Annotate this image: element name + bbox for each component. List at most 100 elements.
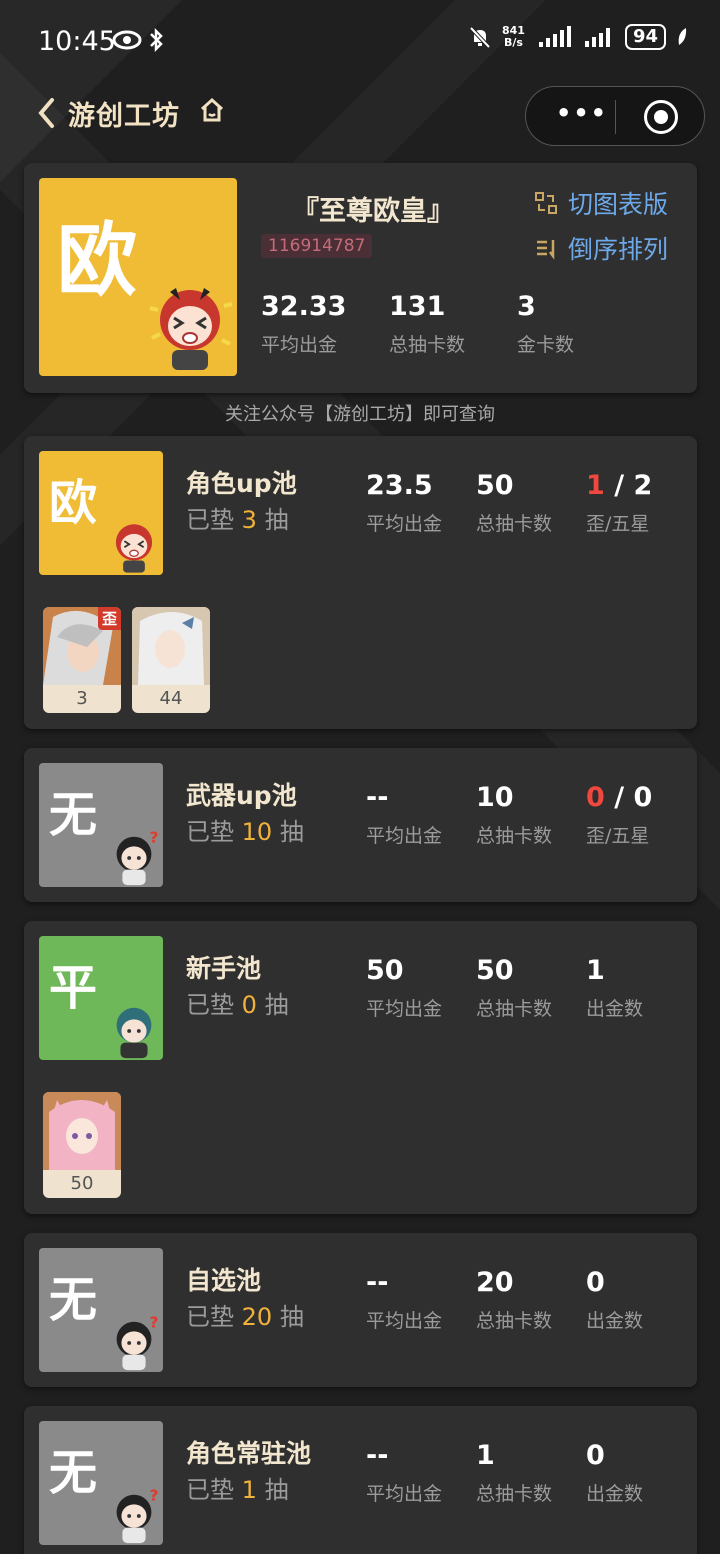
pool-avg-label: 平均出金 xyxy=(366,998,443,1020)
pool-avg-label: 平均出金 xyxy=(366,1483,443,1505)
pool-third-value: 1 / 2 xyxy=(586,470,652,501)
reverse-sort-button[interactable]: 倒序排列 xyxy=(534,230,668,266)
character-card[interactable]: 50 xyxy=(43,1092,121,1198)
pool-avg: -- 平均出金 xyxy=(366,1440,442,1506)
pity-suffix: 抽 xyxy=(264,1476,289,1504)
pool-third: 0 出金数 xyxy=(586,1440,643,1506)
stat-gold: 3 金卡数 xyxy=(517,291,574,357)
switch-icon xyxy=(535,192,557,214)
pity-prefix: 已垫 xyxy=(186,818,234,846)
pity-count: 20 xyxy=(241,1303,273,1331)
pool-third-label: 歪/五星 xyxy=(586,825,650,847)
status-right: 841 B/s 94 xyxy=(468,24,688,50)
svg-text:?: ? xyxy=(149,1487,158,1505)
sort-icon xyxy=(537,240,555,260)
user-title: 『至尊欧皇』 xyxy=(292,196,454,227)
pool-total-value: 50 xyxy=(476,955,514,986)
battery: 94 xyxy=(624,24,666,50)
pool-total: 50 总抽卡数 xyxy=(476,470,552,536)
pool-avg-label: 平均出金 xyxy=(366,825,443,847)
pool-total-value: 1 xyxy=(476,1440,495,1471)
pity-prefix: 已垫 xyxy=(186,506,234,534)
signal-1-icon xyxy=(538,26,571,47)
chibi-avatar xyxy=(116,1007,152,1059)
rank-glyph: 无 xyxy=(49,1272,98,1328)
pool-third-value: 1 xyxy=(586,955,643,986)
pity-suffix: 抽 xyxy=(279,1303,304,1331)
switch-chart-button[interactable]: 切图表版 xyxy=(534,185,668,221)
pool-total-value: 20 xyxy=(476,1267,514,1298)
pool-third-value: 0 / 0 xyxy=(586,782,652,813)
pool-third: 1 / 2 歪/五星 xyxy=(586,470,652,536)
pool-name: 角色up池 xyxy=(186,469,297,498)
off-banner-count: 1 xyxy=(586,470,605,501)
pool-total: 1 总抽卡数 xyxy=(476,1440,552,1506)
pool-avg-label: 平均出金 xyxy=(366,1310,443,1332)
back-icon[interactable] xyxy=(36,96,56,130)
pool-total-label: 总抽卡数 xyxy=(476,1310,553,1332)
pool-total-value: 10 xyxy=(476,782,514,813)
chibi-avatar: ? xyxy=(116,1314,158,1371)
pool-third: 0 出金数 xyxy=(586,1267,643,1333)
pool-avg: -- 平均出金 xyxy=(366,782,442,848)
pool-total: 50 总抽卡数 xyxy=(476,955,552,1021)
pull-count: 50 xyxy=(70,1173,94,1194)
rank-glyph: 无 xyxy=(49,1445,98,1501)
off-banner-tag: 歪 xyxy=(97,607,121,630)
status-bar: 10:45 841 B/s 94 xyxy=(0,0,720,80)
pity-text: 已垫 3 抽 xyxy=(186,500,289,535)
more-button[interactable]: ••• xyxy=(556,99,608,127)
signal-2-icon xyxy=(584,28,610,47)
pity-suffix: 抽 xyxy=(264,991,289,1019)
pool-third-label: 出金数 xyxy=(586,1483,644,1505)
pool-card-character-up[interactable]: 欧 角色up池 已垫 3 抽 23.5 平均出金 50 总抽卡数 1 / 2 歪/五星… xyxy=(24,436,697,729)
pool-third-label: 歪/五星 xyxy=(586,513,650,535)
home-icon[interactable] xyxy=(198,96,226,124)
eye-icon xyxy=(112,30,142,50)
pool-card-self-select[interactable]: 无 ? 自选池 已垫 20 抽 -- 平均出金 20 总抽卡数 0 出金数 xyxy=(24,1233,697,1387)
pool-name: 新手池 xyxy=(186,954,262,983)
svg-text:?: ? xyxy=(149,829,158,847)
pity-prefix: 已垫 xyxy=(186,991,234,1019)
pool-total: 20 总抽卡数 xyxy=(476,1267,552,1333)
bluetooth-icon xyxy=(150,28,163,52)
pool-card-weapon-up[interactable]: 无 ? 武器up池 已垫 10 抽 -- 平均出金 10 总抽卡数 0 / 0 歪/五… xyxy=(24,748,697,902)
pool-avg-value: 50 xyxy=(366,955,404,986)
status-left-icons xyxy=(112,28,164,52)
pool-avg-value: 23.5 xyxy=(366,470,433,501)
summary-card: 欧 『至尊欧皇』 116914787 切图表版 倒序排列 32.33 平均出金 … xyxy=(24,163,697,393)
character-card[interactable]: 歪 3 xyxy=(43,607,121,713)
stat-total: 131 总抽卡数 xyxy=(389,291,465,357)
pool-card-standard[interactable]: 无 ? 角色常驻池 已垫 1 抽 -- 平均出金 1 总抽卡数 0 出金数 xyxy=(24,1406,697,1554)
character-card[interactable]: 44 xyxy=(132,607,210,713)
pity-text: 已垫 1 抽 xyxy=(186,1470,289,1505)
pool-third-value: 0 xyxy=(586,1440,643,1471)
capsule-divider xyxy=(615,100,616,134)
pool-third: 0 / 0 歪/五星 xyxy=(586,782,652,848)
pool-name: 武器up池 xyxy=(186,781,297,810)
stat-total-label: 总抽卡数 xyxy=(389,334,466,356)
pool-third-value: 0 xyxy=(586,1267,643,1298)
pool-avg: -- 平均出金 xyxy=(366,1267,442,1333)
mute-bell-icon xyxy=(469,26,491,49)
user-id: 116914787 xyxy=(261,234,373,258)
pity-count: 10 xyxy=(241,818,273,846)
pity-count: 1 xyxy=(241,1476,257,1504)
value-separator: / xyxy=(604,782,634,813)
close-mini-program-button[interactable] xyxy=(644,100,678,134)
mini-program-capsule: ••• xyxy=(525,86,705,146)
pity-text: 已垫 20 抽 xyxy=(186,1297,304,1332)
pity-suffix: 抽 xyxy=(264,506,289,534)
pool-avg-value: -- xyxy=(366,1440,389,1471)
pool-avg-value: -- xyxy=(366,782,389,813)
pity-text: 已垫 0 抽 xyxy=(186,985,289,1020)
pool-card-beginner[interactable]: 平 新手池 已垫 0 抽 50 平均出金 50 总抽卡数 1 出金数 50 xyxy=(24,921,697,1214)
pool-rank-badge: 无 ? xyxy=(39,1421,163,1545)
nav-bar: 游创工坊 ••• xyxy=(0,86,720,146)
pool-third-label: 出金数 xyxy=(586,1310,644,1332)
stat-gold-label: 金卡数 xyxy=(517,334,575,356)
pool-total-value: 50 xyxy=(476,470,514,501)
rank-glyph: 平 xyxy=(49,960,98,1016)
leaf-icon xyxy=(678,28,687,45)
netspeed: 841 B/s xyxy=(502,25,525,49)
